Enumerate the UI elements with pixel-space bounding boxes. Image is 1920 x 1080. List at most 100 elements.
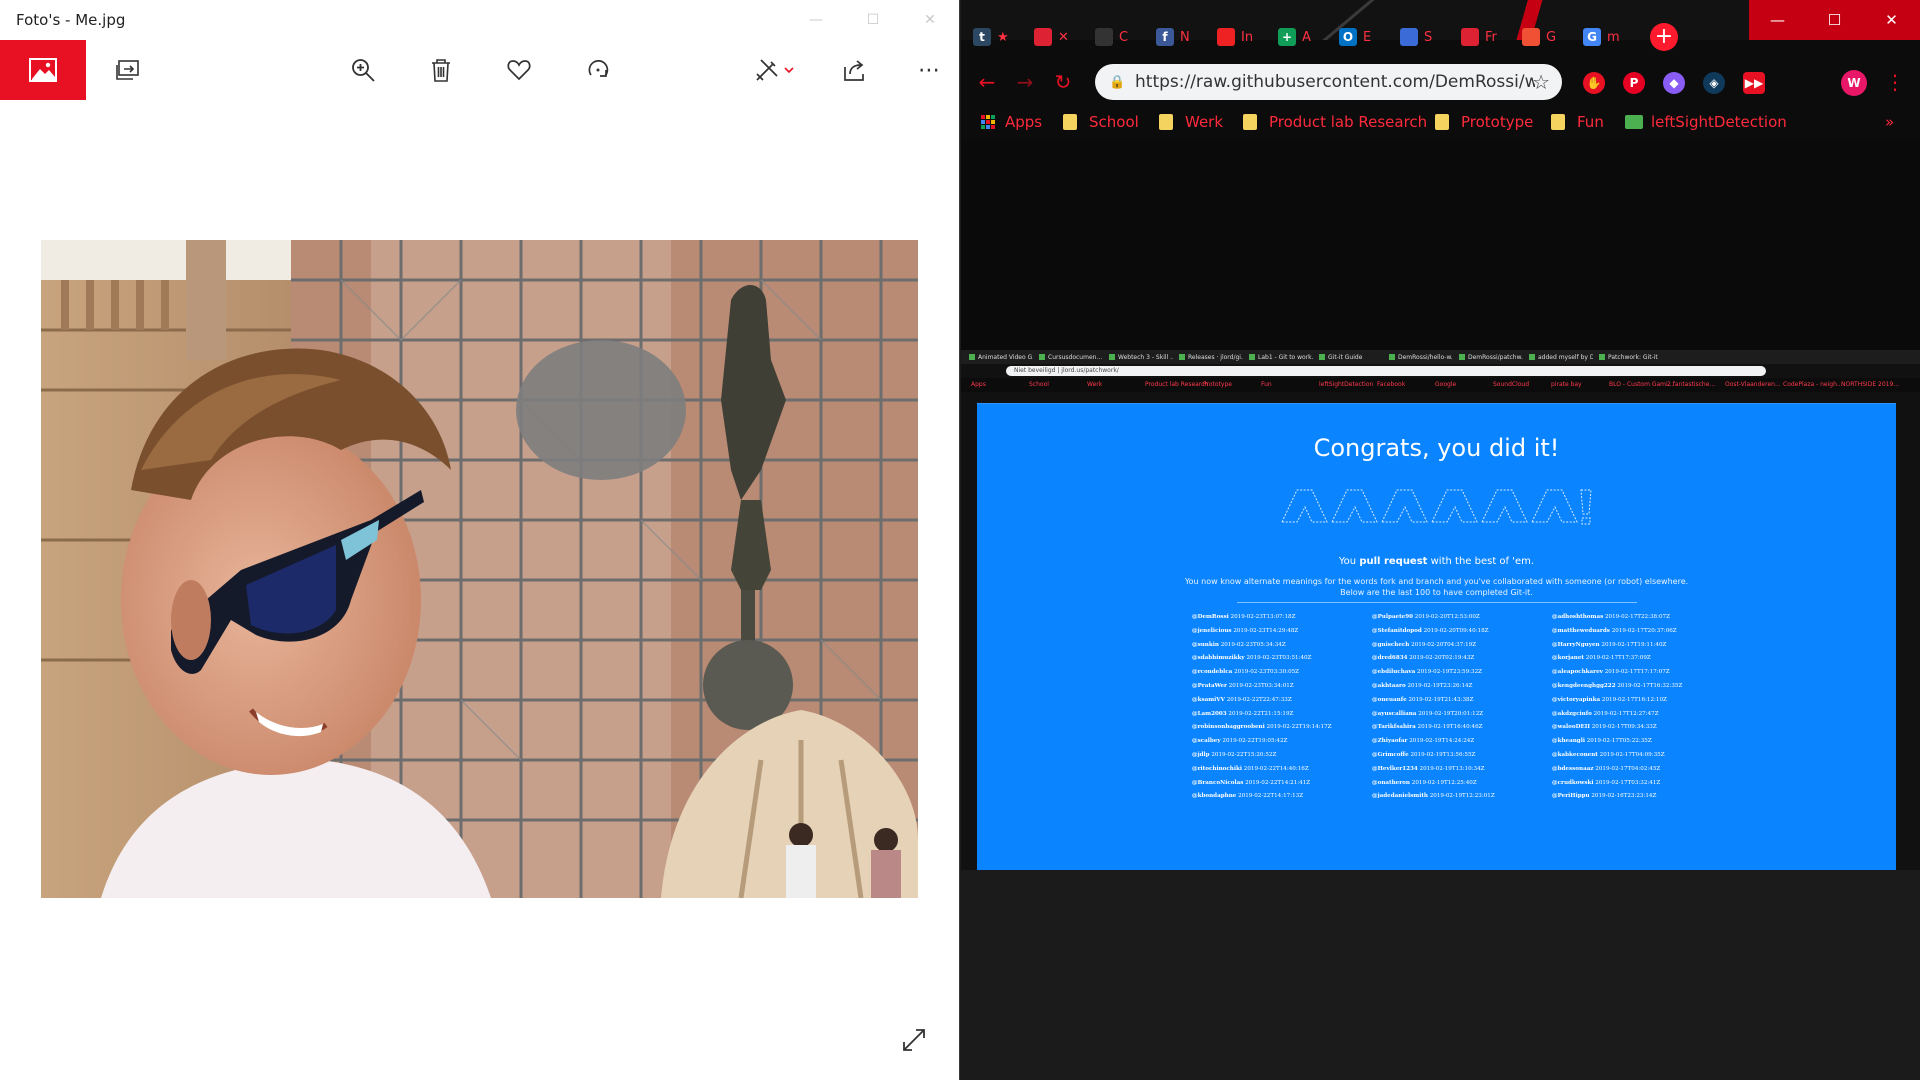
favorite-icon[interactable] xyxy=(499,50,539,90)
bookmark-apps[interactable]: Apps xyxy=(981,111,1042,133)
browser-tab[interactable]: In xyxy=(1217,24,1275,50)
mini-tab: added myself by D... xyxy=(1529,352,1593,362)
browser-tab[interactable]: G xyxy=(1522,24,1580,50)
zoom-in-icon[interactable] xyxy=(343,50,383,90)
bookmark-leftsightdetection[interactable]: leftSightDetection xyxy=(1625,111,1787,133)
tab-label: ★ xyxy=(997,29,1009,45)
browser-tab[interactable]: S xyxy=(1400,24,1458,50)
tab-label: G xyxy=(1546,29,1557,45)
photos-window: Foto's - Me.jpg — ☐ ✕ ⋯ xyxy=(0,0,960,1080)
photos-app-icon[interactable] xyxy=(0,40,86,100)
contributor-entry: @ebdiluchava 2019-02-19T23:59:32Z xyxy=(1372,669,1483,676)
mini-tab: DemRossi/patchw... xyxy=(1459,352,1523,362)
bookmark-prototype[interactable]: Prototype xyxy=(1435,111,1533,133)
contributor-entry: @ritochinochiki 2019-02-22T14:40:16Z xyxy=(1192,765,1309,772)
photos-toolbar: ⋯ xyxy=(0,40,960,100)
more-icon[interactable]: ⋯ xyxy=(909,50,949,90)
maximize-button[interactable]: ☐ xyxy=(1806,0,1863,40)
contributor-entry: @crudkowski 2019-02-17T03:32:41Z xyxy=(1552,779,1661,786)
close-button[interactable]: ✕ xyxy=(907,0,953,40)
bookmark-werk[interactable]: Werk xyxy=(1159,111,1223,133)
pinterest-icon[interactable]: P xyxy=(1623,72,1645,94)
shield-icon[interactable]: ◈ xyxy=(1703,72,1725,94)
browser-tab[interactable]: Fr xyxy=(1461,24,1519,50)
contributor-entry: @sdabhimuzikky 2019-02-23T03:51:40Z xyxy=(1192,655,1312,662)
back-icon[interactable]: ← xyxy=(973,68,1001,96)
mini-bookmark: leftSightDetection xyxy=(1319,381,1374,388)
contributor-entry: @robinsonbaggroobeni 2019-02-22T19:14:17… xyxy=(1192,724,1332,731)
contributor-entry: @PeriHippu 2019-02-16T23:23:14Z xyxy=(1552,793,1657,800)
rotate-icon[interactable] xyxy=(578,50,618,90)
contributor-entry: @sunkin 2019-02-23T05:34:34Z xyxy=(1192,641,1286,648)
photo-image xyxy=(41,240,918,898)
mini-address-bar: Niet beveiligd | jlord.us/patchwork/ xyxy=(1006,366,1766,376)
forward-icon[interactable]: → xyxy=(1011,68,1039,96)
reload-icon[interactable]: ↻ xyxy=(1049,68,1077,96)
tab-label: ✕ xyxy=(1058,29,1069,45)
tab-label: A xyxy=(1302,29,1311,45)
tab-favicon-icon: f xyxy=(1156,28,1174,46)
slideshow-icon[interactable] xyxy=(108,50,148,90)
mini-tab: Lab1 - Git to work... xyxy=(1249,352,1313,362)
contributor-entry: @victoryapinka 2019-02-17T16:12:10Z xyxy=(1552,696,1667,703)
mini-tab: Releases · jlord/gi... xyxy=(1179,352,1243,362)
browser-tab[interactable]: Gm xyxy=(1583,24,1641,50)
nested-screenshot-image: Animated Video G... Cursusdocumen... Webte… xyxy=(961,350,1920,870)
chevron-down-icon xyxy=(784,67,794,74)
extension-hand-icon[interactable]: ✋ xyxy=(1583,72,1605,94)
bookmark-fun[interactable]: Fun xyxy=(1551,111,1604,133)
address-bar[interactable]: 🔒 https://raw.githubusercontent.com/DemR… xyxy=(1095,64,1562,100)
contributor-entry: @jadedanielsmith 2019-02-19T12:23:01Z xyxy=(1372,793,1495,800)
edit-create-icon[interactable] xyxy=(746,50,802,90)
avatar[interactable]: W xyxy=(1841,70,1867,96)
extension-purple-icon[interactable]: ◆ xyxy=(1663,72,1685,94)
tab-label: m xyxy=(1607,29,1620,45)
bookmark-product-lab[interactable]: Product lab Research xyxy=(1243,111,1427,133)
mini-bookmark: Apps xyxy=(971,381,986,388)
mini-bookmark: Prototype xyxy=(1203,381,1232,388)
contributor-entry: @jenelicious 2019-02-23T14:29:48Z xyxy=(1192,627,1299,634)
close-button[interactable]: ✕ xyxy=(1863,0,1920,40)
contributor-entry: @mattheweduards 2019-02-17T20:37:06Z xyxy=(1552,627,1677,634)
mini-nav-bar: Niet beveiligd | jlord.us/patchwork/ xyxy=(961,364,1920,378)
extension-forward-icon[interactable]: ▶▶ xyxy=(1743,72,1765,94)
contributor-entry: @jdlp 2019-02-22T15:20:52Z xyxy=(1192,751,1277,758)
tab-favicon-icon: + xyxy=(1278,28,1296,46)
maximize-button[interactable]: ☐ xyxy=(850,0,896,40)
browser-tab[interactable]: OE xyxy=(1339,24,1397,50)
menu-icon[interactable]: ⋮ xyxy=(1881,68,1909,96)
browser-tab[interactable]: ✕ xyxy=(1034,24,1092,50)
contributor-entry: @ksamiVV 2019-02-22T22:47:33Z xyxy=(1192,696,1292,703)
tab-label: S xyxy=(1424,29,1433,45)
bookmark-favicon xyxy=(1625,115,1643,129)
contributor-entry: @oneuanfe 2019-02-19T21:43:38Z xyxy=(1372,696,1474,703)
contributor-entry: @scalbey 2019-02-22T19:05:42Z xyxy=(1192,738,1288,745)
contributor-entry: @rcondeblca 2019-02-23T03:30:05Z xyxy=(1192,669,1300,676)
share-icon[interactable] xyxy=(835,50,875,90)
bookmark-star-icon[interactable]: ☆ xyxy=(1532,70,1550,94)
bookmarks-more-button[interactable]: » xyxy=(1885,111,1894,133)
contributor-entry: @korjanet 2019-02-17T17:37:09Z xyxy=(1552,655,1651,662)
mini-bookmark: SoundCloud xyxy=(1493,381,1530,388)
tab-label: C xyxy=(1119,29,1129,45)
photos-titlebar[interactable]: Foto's - Me.jpg — ☐ ✕ xyxy=(0,0,960,40)
new-tab-button[interactable]: + xyxy=(1650,23,1678,51)
browser-tab[interactable]: t ★ xyxy=(973,24,1031,50)
ascii-art-banner xyxy=(1281,489,1592,525)
delete-icon[interactable] xyxy=(421,50,461,90)
contributor-entry: @adhoshthomas 2019-02-17T22:38:07Z xyxy=(1552,614,1670,620)
minimize-button[interactable]: — xyxy=(1749,0,1806,40)
mini-tab: Webtech 3 - Skill ... xyxy=(1109,352,1173,362)
browser-tab[interactable]: C xyxy=(1095,24,1153,50)
bookmark-school[interactable]: School xyxy=(1063,111,1139,133)
mini-bookmarks-bar: Apps School Werk Product lab Research Protot… xyxy=(961,378,1920,392)
chrome-window: t ★ ✕ Cf N In + A O E S Fr G Gm + — ☐ ✕ ← → ↻ 🔒 https… xyxy=(961,0,1920,870)
tab-favicon-icon xyxy=(1522,28,1540,46)
expand-icon[interactable] xyxy=(897,1023,931,1057)
minimize-button[interactable]: — xyxy=(793,0,839,40)
browser-tab[interactable]: fN xyxy=(1156,24,1214,50)
mini-tab: Cursusdocumen... xyxy=(1039,352,1103,362)
browser-tab[interactable]: + A xyxy=(1278,24,1336,50)
contributor-entry: @kengdeenghgg222 2019-02-17T16:32:35Z xyxy=(1552,682,1683,689)
divider xyxy=(1237,602,1637,603)
